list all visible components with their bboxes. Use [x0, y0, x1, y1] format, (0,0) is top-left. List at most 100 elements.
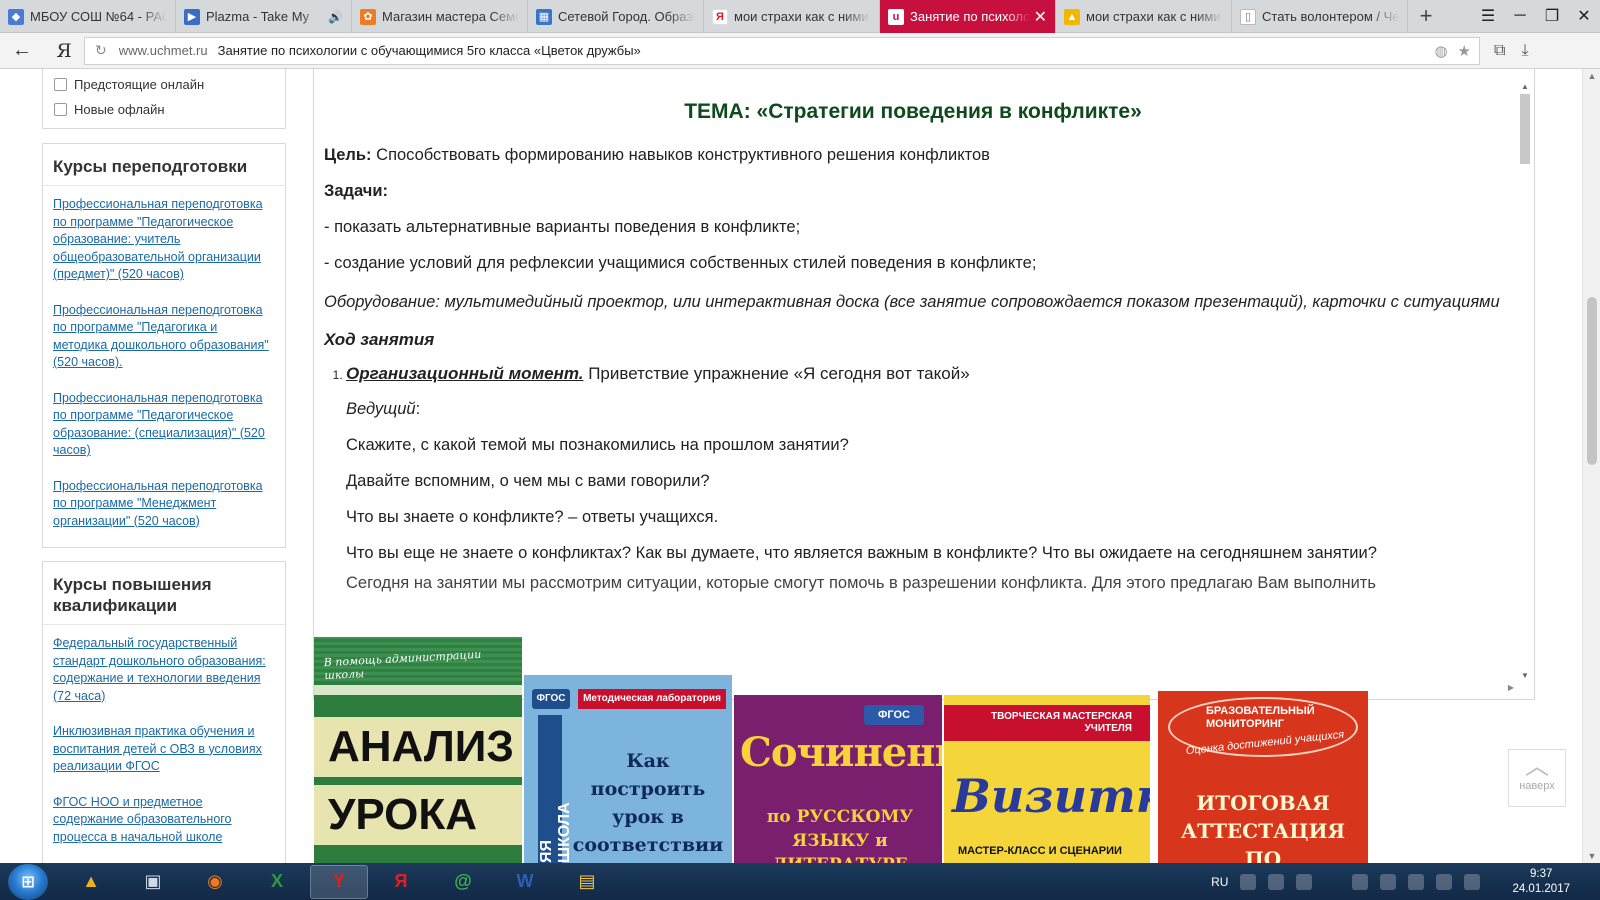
sidebar-section-title: Курсы переподготовки: [43, 144, 285, 186]
tab-network-city[interactable]: ▦ Сетевой Город. Образо: [528, 0, 704, 33]
page-scrollbar[interactable]: ▲ ▼: [1582, 69, 1600, 863]
leader-colon: :: [415, 400, 421, 418]
book-analysis-lesson[interactable]: В помощь администрации школы АНАЛИЗ УРОК…: [314, 637, 522, 863]
download-icon[interactable]: ⤓: [1521, 42, 1528, 60]
explorer-icon[interactable]: ▤: [558, 865, 616, 899]
word-icon[interactable]: W: [496, 865, 554, 899]
book-final-attestation[interactable]: БРАЗОВАТЕЛЬНЫЙ МОНИТОРИНГ Оценка достиже…: [1158, 691, 1368, 863]
scroll-thumb[interactable]: [1520, 94, 1530, 164]
tab-psychology-lesson[interactable]: u Занятие по психолог ✕: [880, 0, 1056, 33]
firefox-icon[interactable]: ◉: [186, 865, 244, 899]
course-link[interactable]: Профессиональная переподготовка по прогр…: [43, 300, 285, 372]
question-line: Давайте вспомним, о чем мы с вами говори…: [346, 472, 710, 490]
step-text: Приветствие упражнение «Я сегодня вот та…: [583, 364, 970, 383]
scroll-down-icon[interactable]: ▼: [1518, 671, 1532, 680]
update-icon[interactable]: [1296, 873, 1313, 890]
flag-icon[interactable]: [1436, 873, 1453, 890]
tasks-label: Задачи:: [324, 180, 1502, 202]
tab-volunteer[interactable]: ▯ Стать волонтером / Чем: [1232, 0, 1408, 33]
close-tab-icon[interactable]: ✕: [1034, 7, 1047, 27]
restore-icon[interactable]: ❐: [1536, 6, 1568, 26]
event-filters: Предстоящие онлайн Новые офлайн: [42, 69, 286, 129]
leader-label: Ведущий: [346, 400, 416, 418]
volume-icon[interactable]: [1408, 873, 1425, 890]
checkbox[interactable]: [54, 78, 67, 91]
menu-icon[interactable]: ☰: [1472, 6, 1504, 26]
scroll-thumb[interactable]: [1587, 297, 1597, 465]
network-icon[interactable]: [1240, 873, 1257, 890]
start-button[interactable]: ⊞: [8, 863, 48, 900]
video-icon: ▶: [184, 8, 200, 25]
book-series: БРАЗОВАТЕЛЬНЫЙ МОНИТОРИНГ: [1206, 705, 1315, 730]
windows-taskbar: ⊞ ▲ ▣ ◉ X Y Я @ W ▤ RU 9:37 24.01.2017: [0, 863, 1600, 900]
bookmark-star-icon[interactable]: ★: [1458, 42, 1471, 60]
image-icon: ▲: [1064, 8, 1080, 25]
page-copy-icon[interactable]: ⧉: [1494, 42, 1505, 60]
book-business-cards[interactable]: ТВОРЧЕСКАЯ МАСТЕРСКАЯ УЧИТЕЛЯ Визитки МА…: [944, 695, 1150, 863]
media-player-icon[interactable]: ▣: [124, 865, 182, 899]
tab-shop[interactable]: ✿ Магазин мастера Семё: [352, 0, 528, 33]
book-title: Сочинения: [740, 729, 942, 776]
goal-text: Способствовать формированию навыков конс…: [371, 146, 990, 164]
lesson-progress-heading: Ход занятия: [324, 330, 435, 349]
language-indicator[interactable]: RU: [1211, 875, 1228, 889]
course-link[interactable]: Профессиональная переподготовка по прогр…: [43, 194, 285, 284]
scroll-up-icon[interactable]: ▲: [1518, 82, 1532, 91]
book-title: ИТОГОВАЯ АТТЕСТАЦИЯ ПО ОКОНЧАНИИ: [1180, 791, 1346, 863]
protect-icon[interactable]: ◍: [1434, 42, 1447, 60]
filter-new-offline[interactable]: Новые офлайн: [54, 100, 285, 119]
checkbox[interactable]: [54, 103, 67, 116]
power-icon[interactable]: [1464, 873, 1481, 890]
lesson-step: Организационный момент. Приветствие упра…: [346, 364, 1502, 593]
aimp-icon[interactable]: ▲: [62, 865, 120, 899]
tab-strip: ◆ МБОУ СОШ №64 - РАС ▶ Plazma - Take My …: [0, 0, 1600, 33]
yandex-browser-icon[interactable]: Y: [310, 864, 368, 899]
tab-school[interactable]: ◆ МБОУ СОШ №64 - РАС: [0, 0, 176, 33]
audio-icon[interactable]: 🔊: [328, 10, 343, 24]
monitor-icon[interactable]: [1352, 873, 1369, 890]
reload-icon[interactable]: ↻: [95, 42, 107, 59]
system-tray: RU 9:37 24.01.2017: [1211, 867, 1600, 897]
url-field[interactable]: ↻ www.uchmet.ru Занятие по психологии с …: [84, 36, 1480, 65]
yandex-home-icon[interactable]: Я: [44, 40, 84, 62]
sidebar-section-title: Курсы повышения квалификации: [43, 562, 285, 625]
document-scrollbar[interactable]: ▲ ▼: [1518, 82, 1532, 680]
question-line: Скажите, с какой темой мы познакомились …: [346, 436, 849, 454]
book-spine-text: ЯЯ ШКОЛА: [538, 802, 573, 863]
tab-plazma[interactable]: ▶ Plazma - Take My 🔊: [176, 0, 352, 33]
course-link[interactable]: Профессиональная переподготовка по прогр…: [43, 476, 285, 531]
back-to-top-label: наверх: [1519, 780, 1555, 792]
back-to-top-button[interactable]: ︿ наверх: [1508, 749, 1566, 807]
scroll-down-icon[interactable]: ▼: [1583, 851, 1600, 861]
goal-paragraph: Цель: Способствовать формированию навыко…: [324, 144, 1502, 166]
shop-icon: ✿: [360, 8, 376, 25]
yandex-disk-icon[interactable]: [1380, 873, 1397, 890]
tab-fears-search[interactable]: Я мои страхи как с ними: [704, 0, 880, 33]
course-link[interactable]: Федеральный государственный стандарт дош…: [43, 633, 285, 705]
close-window-icon[interactable]: ✕: [1568, 6, 1600, 26]
book-subtitle: МАСТЕР-КЛАСС И СЦЕНАРИИ: [958, 845, 1122, 857]
book-build-lesson[interactable]: ФГОС Методическая лаборатория ЯЯ ШКОЛА К…: [524, 675, 732, 863]
excel-icon[interactable]: X: [248, 865, 306, 899]
filter-upcoming-online[interactable]: Предстоящие онлайн: [54, 75, 285, 94]
course-link[interactable]: ФГОС НОО и предметное содержание образов…: [43, 792, 285, 847]
new-tab-button[interactable]: +: [1408, 0, 1444, 32]
filter-label: Новые офлайн: [74, 102, 165, 117]
web-page: Предстоящие онлайн Новые офлайн Курсы пе…: [0, 69, 1582, 863]
yandex-icon[interactable]: Я: [372, 865, 430, 899]
mail-agent-icon[interactable]: @: [434, 865, 492, 899]
back-arrow-icon[interactable]: ←: [0, 39, 44, 62]
clock[interactable]: 9:37 24.01.2017: [1512, 867, 1570, 897]
tab-fears-images[interactable]: ▲ мои страхи как с ними: [1056, 0, 1232, 33]
document-icon: ▯: [1240, 8, 1256, 25]
book-essays[interactable]: ФГОС Сочинения по РУССКОМУ ЯЗЫКУ и ЛИТЕР…: [734, 695, 942, 863]
task-item: - показать альтернативные варианты повед…: [324, 218, 801, 236]
minimize-icon[interactable]: ─: [1504, 7, 1536, 25]
scroll-up-icon[interactable]: ▲: [1583, 71, 1600, 81]
scroll-right-icon[interactable]: ▶: [1508, 683, 1514, 692]
question-line: Что вы еще не знаете о конфликтах? Как в…: [346, 544, 1377, 562]
display-icon[interactable]: [1268, 873, 1285, 890]
course-link[interactable]: Инклюзивная практика обучения и воспитан…: [43, 721, 285, 776]
course-link[interactable]: Профессиональная переподготовка по прогр…: [43, 388, 285, 460]
question-line: Сегодня на занятии мы рассмотрим ситуаци…: [346, 574, 1376, 592]
